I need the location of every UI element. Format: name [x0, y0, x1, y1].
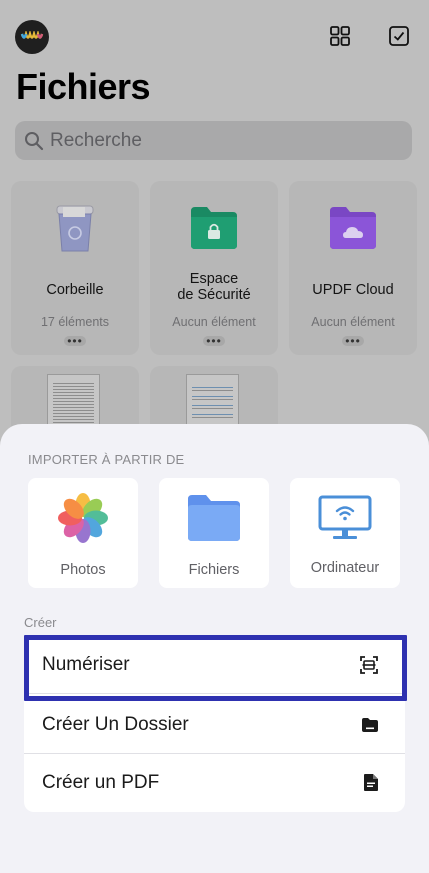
secure-folder-icon	[191, 207, 237, 249]
import-computer-label: Ordinateur	[310, 560, 380, 576]
grid-view-icon[interactable]	[328, 24, 352, 48]
scan-icon	[360, 655, 378, 674]
folder-name: Espace de Sécurité	[177, 271, 251, 303]
folder-count: Aucun élément	[172, 315, 256, 329]
more-options-button[interactable]: •••	[64, 335, 86, 347]
more-options-button[interactable]: •••	[342, 335, 364, 347]
scan-label: Numériser	[42, 653, 130, 675]
folder-count: 17 éléments	[40, 315, 110, 329]
search-bar[interactable]: Recherche	[15, 121, 412, 160]
folder-count: Aucun élément	[311, 315, 395, 329]
search-icon	[25, 131, 44, 150]
import-photos-button[interactable]: Photos	[28, 478, 138, 588]
folder-card-secure-space[interactable]: Espace de Sécurité Aucun élément •••	[150, 181, 278, 355]
import-heading: IMPORTER À PARTIR DE	[28, 452, 185, 467]
pdf-file-icon	[364, 774, 378, 791]
create-folder-label: Créer Un Dossier	[42, 713, 189, 735]
create-folder-button[interactable]: Créer Un Dossier	[24, 696, 405, 753]
search-placeholder: Recherche	[50, 129, 142, 151]
create-pdf-button[interactable]: Créer un PDF	[24, 754, 405, 811]
import-create-sheet: IMPORTER À PARTIR DE Photos Fichiers Ord…	[0, 424, 429, 873]
create-pdf-label: Créer un PDF	[42, 771, 160, 793]
trash-icon	[56, 205, 94, 252]
more-options-button[interactable]: •••	[203, 335, 225, 347]
import-computer-button[interactable]: Ordinateur	[290, 478, 400, 588]
files-folder-icon	[188, 495, 240, 541]
updf-logo-icon	[20, 31, 44, 39]
folder-icon	[362, 717, 378, 732]
import-files-button[interactable]: Fichiers	[159, 478, 269, 588]
folder-card-updf-cloud[interactable]: UPDF Cloud Aucun élément •••	[289, 181, 417, 355]
import-photos-label: Photos	[60, 562, 106, 578]
folder-name: Corbeille	[46, 282, 104, 298]
select-checkbox-icon[interactable]	[387, 24, 411, 48]
folder-card-trash[interactable]: Corbeille 17 éléments •••	[11, 181, 139, 355]
folder-name: UPDF Cloud	[312, 282, 394, 298]
page-title: Fichiers	[16, 66, 151, 107]
create-heading: Créer	[24, 615, 57, 630]
create-options-list: Numériser Créer Un Dossier Créer un PDF	[24, 636, 405, 812]
computer-wifi-icon	[318, 495, 372, 539]
cloud-folder-icon	[330, 207, 376, 249]
divider	[24, 693, 405, 694]
photos-icon	[58, 493, 108, 543]
avatar[interactable]	[15, 20, 49, 54]
scan-button[interactable]: Numériser	[24, 636, 405, 693]
import-files-label: Fichiers	[188, 562, 240, 578]
